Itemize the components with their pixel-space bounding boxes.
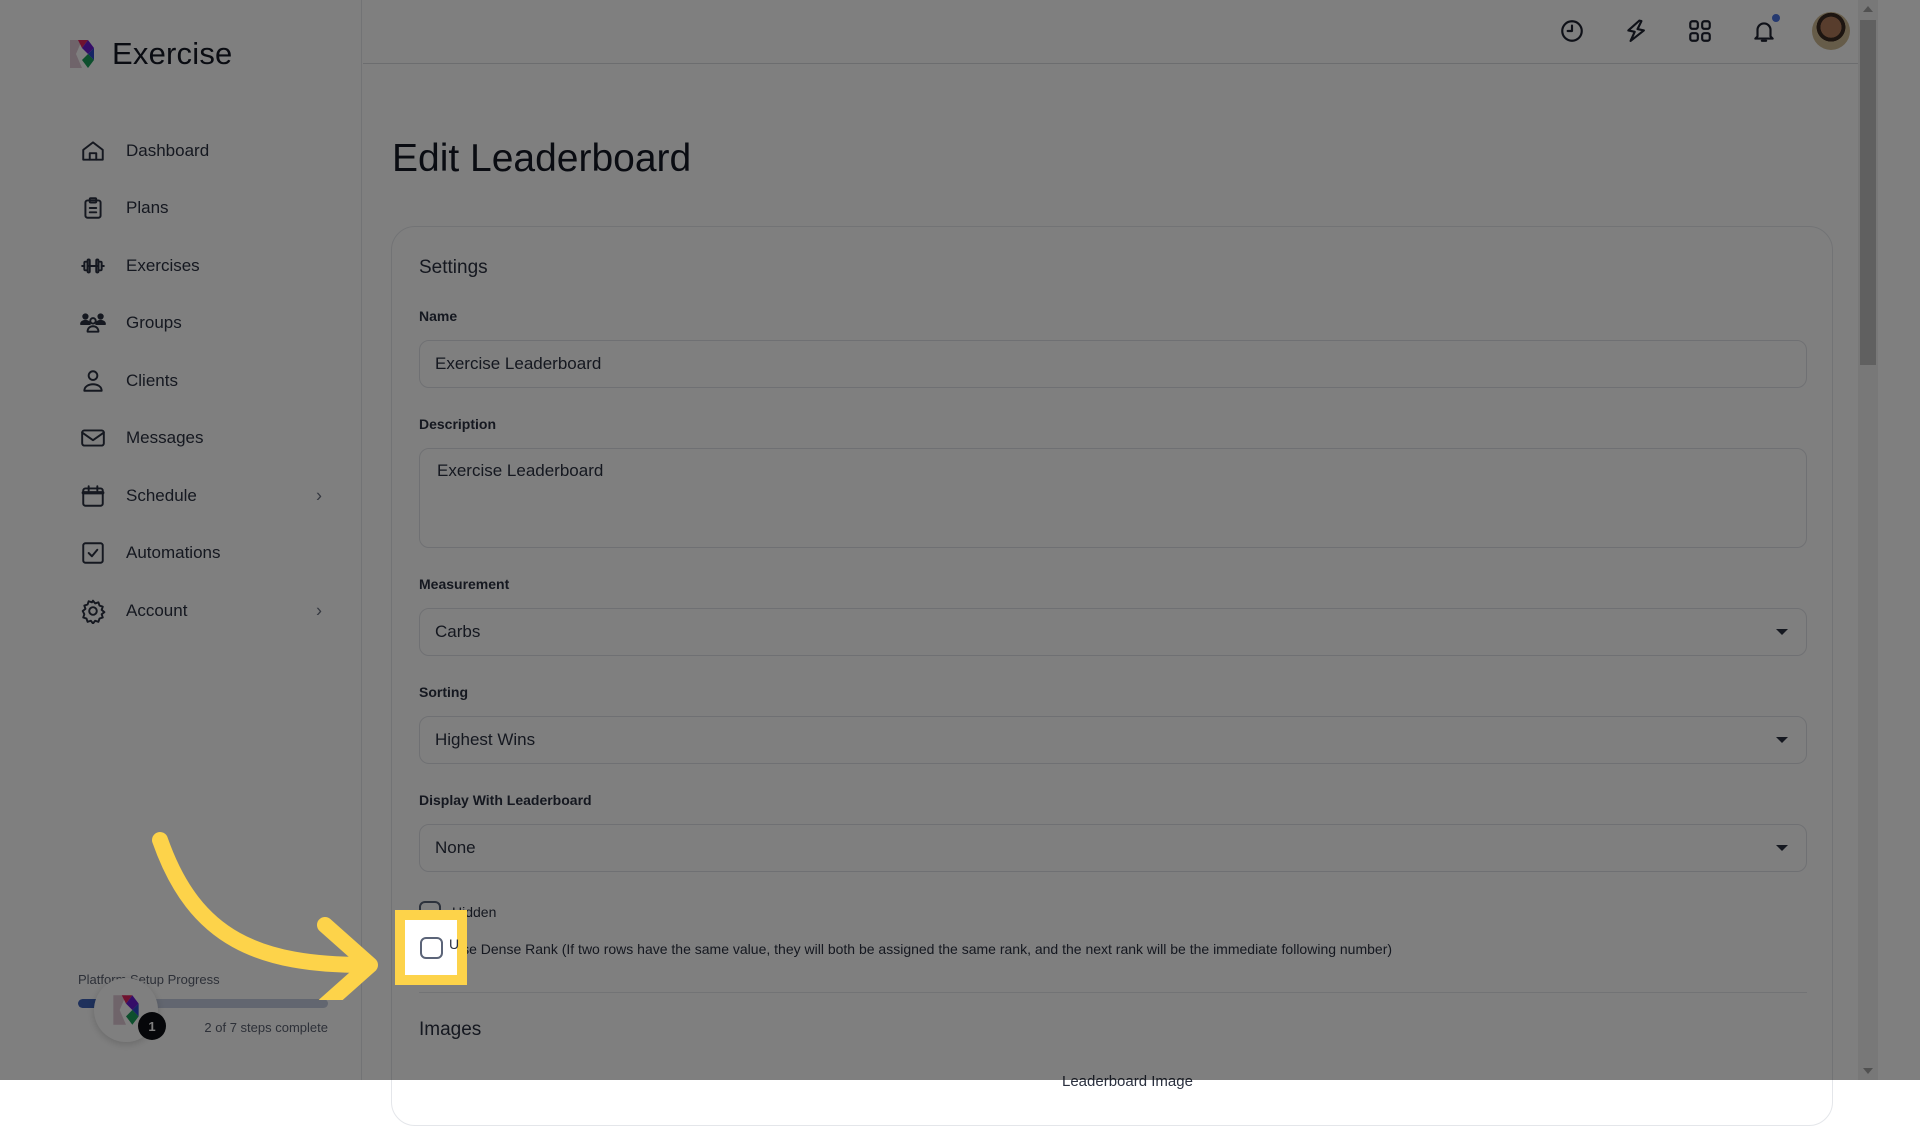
sidebar-item-label: Schedule [126,486,197,506]
sorting-value: Highest Wins [435,730,535,750]
gear-icon [80,598,106,624]
grid-icon [1687,18,1713,44]
history-button[interactable] [1556,15,1588,47]
app-logo-icon [64,36,100,72]
sidebar-item-label: Account [126,601,187,621]
scrollbar-thumb[interactable] [1860,20,1876,365]
display-with-label: Display With Leaderboard [419,792,592,808]
dense-rank-label: Use Dense Rank (If two rows have the sam… [452,941,1392,957]
description-textarea[interactable]: Exercise Leaderboard [419,448,1807,548]
page-scrollbar[interactable] [1858,0,1878,1080]
sidebar-item-label: Messages [126,428,203,448]
caret-down-icon [1776,629,1788,635]
caret-down-icon [1776,737,1788,743]
sidebar-item-label: Plans [126,198,169,218]
display-with-value: None [435,838,476,858]
apps-button[interactable] [1684,15,1716,47]
sidebar-item-label: Dashboard [126,141,209,161]
name-input[interactable]: Exercise Leaderboard [419,340,1807,388]
sidebar-nav: Dashboard Plans Exercises Groups Clients… [42,122,362,640]
calendar-icon [80,483,106,509]
sidebar-item-label: Clients [126,371,178,391]
sidebar-item-dashboard[interactable]: Dashboard [42,122,362,180]
name-label: Name [419,308,457,324]
settings-heading: Settings [419,257,488,279]
topbar-actions [1556,12,1850,50]
sidebar-item-label: Exercises [126,256,200,276]
topbar [363,0,1858,64]
display-with-select[interactable]: None [419,824,1807,872]
sidebar-item-schedule[interactable]: Schedule › [42,467,362,525]
app-name: Exercise [112,36,232,72]
brand[interactable]: Exercise [64,36,232,72]
user-avatar[interactable] [1812,12,1850,50]
sidebar-item-exercises[interactable]: Exercises [42,237,362,295]
clipboard-icon [80,195,106,221]
sidebar-item-label: Groups [126,313,182,333]
dumbbell-icon [80,253,106,279]
leaderboard-image-label: Leaderboard Image [1062,1073,1193,1090]
section-divider [419,992,1807,993]
bell-icon [1751,18,1777,44]
sorting-select[interactable]: Highest Wins [419,716,1807,764]
app-window: Exercise Dashboard Plans Exercises Group… [42,0,1878,1080]
quick-actions-button[interactable] [1620,15,1652,47]
sidebar-item-messages[interactable]: Messages [42,410,362,468]
images-heading: Images [419,1019,481,1041]
sidebar: Exercise Dashboard Plans Exercises Group… [42,0,362,1080]
sidebar-item-account[interactable]: Account › [42,582,362,640]
sidebar-item-clients[interactable]: Clients [42,352,362,410]
settings-card: Settings Name Exercise Leaderboard Descr… [391,226,1833,1126]
checkbox-icon [80,540,106,566]
measurement-select[interactable]: Carbs [419,608,1807,656]
users-icon [80,310,106,336]
tutorial-highlight-frame: U [395,910,467,985]
notification-dot [1772,14,1780,22]
lightning-icon [1623,18,1649,44]
dense-rank-checkbox-highlighted[interactable] [420,937,443,959]
mail-icon [80,425,106,451]
dense-rank-checkbox-row[interactable]: Use Dense Rank (If two rows have the sam… [419,938,1392,960]
page-title: Edit Leaderboard [392,137,691,181]
user-icon [80,368,106,394]
chevron-right-icon[interactable]: › [316,600,322,621]
sidebar-item-plans[interactable]: Plans [42,180,362,238]
description-label: Description [419,416,496,432]
scroll-down-arrow-icon[interactable] [1863,1068,1873,1074]
sidebar-item-groups[interactable]: Groups [42,295,362,353]
caret-down-icon [1776,845,1788,851]
measurement-label: Measurement [419,576,509,592]
setup-progress-badge: 1 [138,1012,166,1040]
chevron-right-icon[interactable]: › [316,485,322,506]
sidebar-item-label: Automations [126,543,221,563]
home-icon [80,138,106,164]
measurement-value: Carbs [435,622,480,642]
dense-rank-label-fragment: U [449,936,459,952]
scroll-up-arrow-icon[interactable] [1863,6,1873,12]
clock-icon [1559,18,1585,44]
notifications-button[interactable] [1748,15,1780,47]
sidebar-item-automations[interactable]: Automations [42,525,362,583]
sorting-label: Sorting [419,684,468,700]
